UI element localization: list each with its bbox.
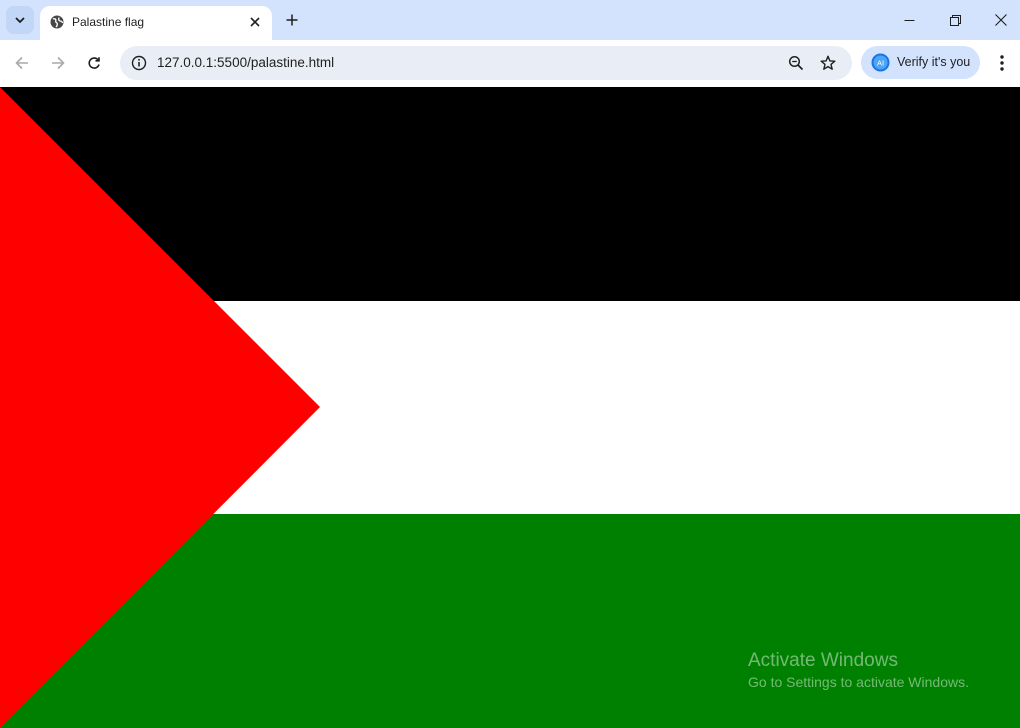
browser-toolbar: 127.0.0.1:5500/palastine.html AI Verify … <box>0 40 1020 87</box>
tab-search-button[interactable] <box>6 6 34 34</box>
restore-icon <box>949 14 961 26</box>
palestine-flag <box>0 87 1020 728</box>
minimize-icon <box>904 19 914 21</box>
back-arrow-icon <box>15 56 28 70</box>
window-close-icon <box>995 14 1007 26</box>
profile-chip[interactable]: AI Verify it's you <box>861 46 980 79</box>
tab-close-button[interactable] <box>246 13 264 31</box>
zoom-button[interactable] <box>784 51 808 75</box>
minimize-button[interactable] <box>886 0 932 40</box>
forward-button[interactable] <box>44 49 72 77</box>
windows-activation-watermark: Activate Windows Go to Settings to activ… <box>748 650 969 690</box>
plus-icon <box>286 14 298 26</box>
restore-button[interactable] <box>932 0 978 40</box>
window-close-button[interactable] <box>978 0 1020 40</box>
watermark-title: Activate Windows <box>748 650 898 671</box>
new-tab-button[interactable] <box>280 8 304 32</box>
reload-icon <box>88 57 100 69</box>
address-bar[interactable]: 127.0.0.1:5500/palastine.html <box>120 46 852 80</box>
site-info-icon <box>131 55 147 71</box>
site-info-button[interactable] <box>126 50 152 76</box>
page-viewport: Activate Windows Go to Settings to activ… <box>0 87 1020 728</box>
more-vert-icon <box>1000 55 1004 71</box>
browser-menu-button[interactable] <box>990 50 1014 76</box>
svg-text:AI: AI <box>877 59 884 68</box>
zoom-icon <box>788 55 804 71</box>
url-text[interactable]: 127.0.0.1:5500/palastine.html <box>157 55 334 70</box>
profile-chip-label: Verify it's you <box>897 55 971 69</box>
globe-icon <box>50 15 64 29</box>
tab-search-icon <box>15 17 25 24</box>
flag-triangle <box>0 87 320 728</box>
reload-button[interactable] <box>80 49 108 77</box>
close-icon <box>250 17 260 27</box>
back-button[interactable] <box>8 49 36 77</box>
avatar-icon: AI <box>871 53 890 72</box>
tab-title: Palastine flag <box>72 15 145 29</box>
tab-strip: Palastine flag <box>0 0 1020 40</box>
forward-arrow-icon <box>52 56 65 70</box>
star-icon <box>820 55 836 70</box>
bookmark-button[interactable] <box>816 51 840 75</box>
active-tab[interactable]: Palastine flag <box>40 6 272 40</box>
watermark-subtitle: Go to Settings to activate Windows. <box>748 674 969 690</box>
